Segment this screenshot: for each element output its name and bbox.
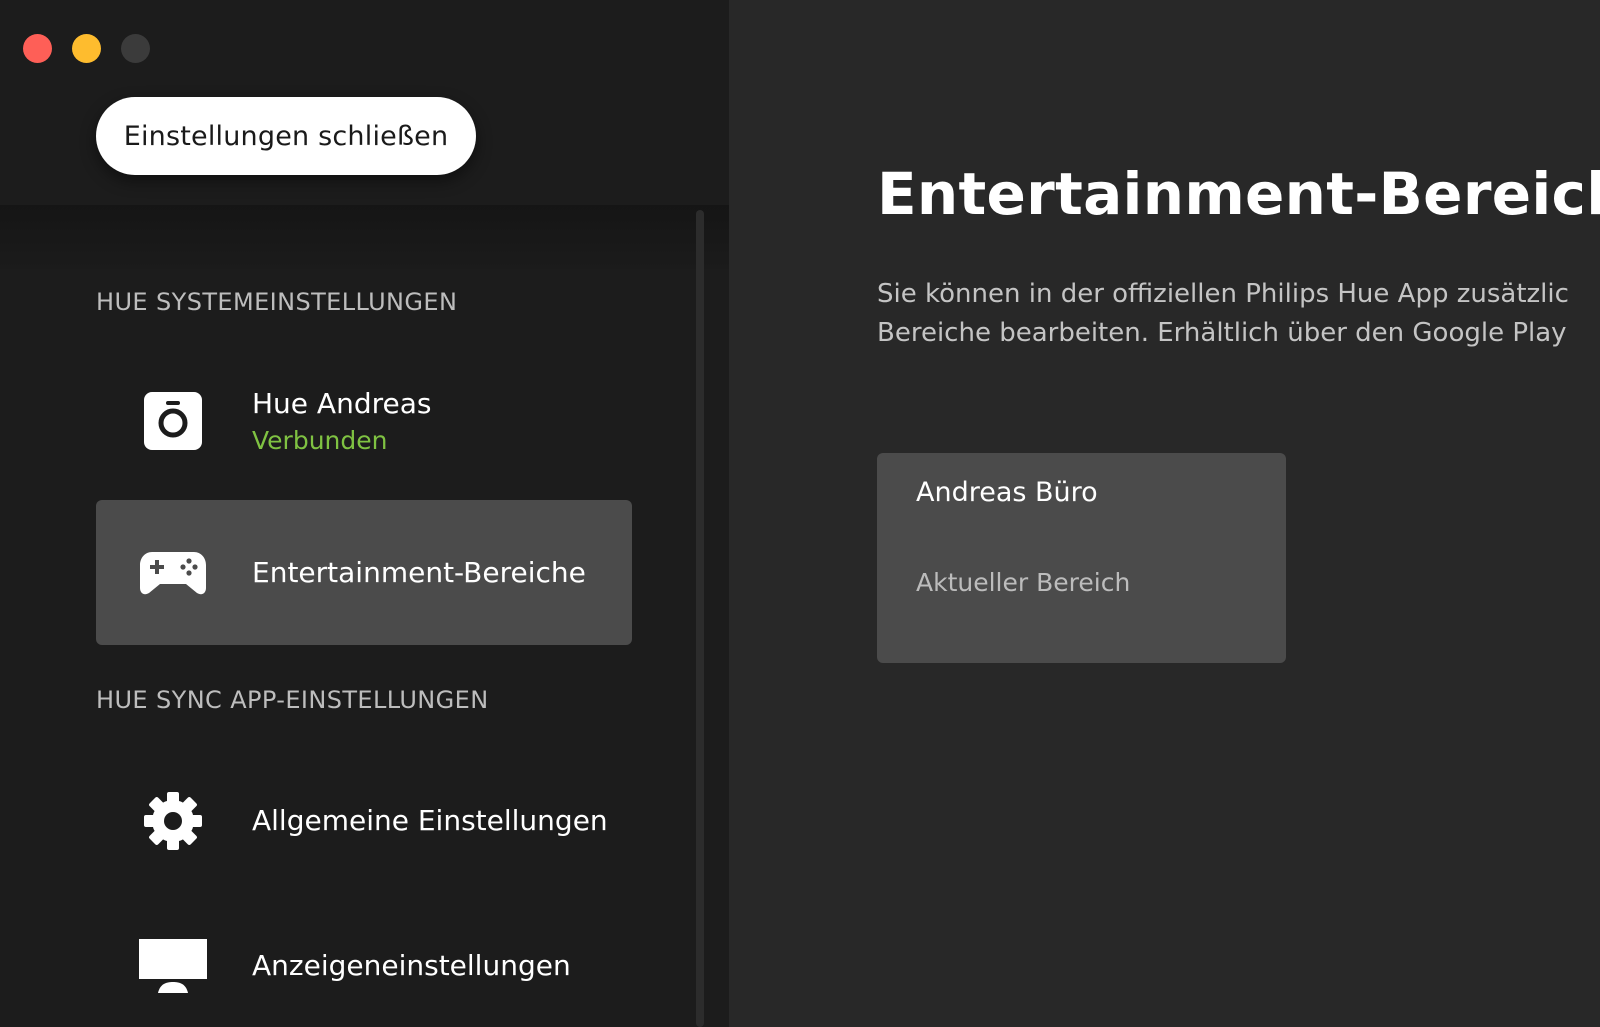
area-status: Aktueller Bereich — [916, 568, 1131, 597]
entertainment-areas-panel: Entertainment-Bereiche Sie können in der… — [729, 0, 1600, 1027]
settings-sidebar: Einstellungen schließen HUE SYSTEMEINSTE… — [0, 0, 729, 1027]
page-title: Entertainment-Bereiche — [877, 160, 1600, 228]
window-maximize-button[interactable] — [121, 34, 150, 63]
sidebar-divider — [0, 205, 729, 269]
sidebar-scrollbar[interactable] — [696, 210, 704, 1027]
section-title-hue-system: HUE SYSTEMEINSTELLUNGEN — [96, 288, 458, 316]
window-controls — [23, 34, 150, 63]
sidebar-item-label: Hue Andreas — [252, 386, 432, 420]
sidebar-item-general-settings[interactable]: Allgemeine Einstellungen — [96, 748, 632, 893]
sidebar-item-text: Entertainment-Bereiche — [252, 556, 586, 589]
monitor-icon — [138, 931, 208, 1001]
bridge-icon — [138, 386, 208, 456]
sidebar-item-display-settings[interactable]: Anzeigeneinstellungen — [96, 893, 632, 1027]
connection-status: Verbunden — [252, 425, 388, 455]
sidebar-item-entertainment-areas[interactable]: Entertainment-Bereiche — [96, 500, 632, 645]
app-window: Einstellungen schließen HUE SYSTEMEINSTE… — [0, 0, 1600, 1027]
sidebar-item-label: Anzeigeneinstellungen — [252, 949, 571, 982]
sidebar-item-label: Entertainment-Bereiche — [252, 556, 586, 589]
section-title-sync-app: HUE SYNC APP-EINSTELLUNGEN — [96, 686, 489, 714]
description-line: Bereiche bearbeiten. Erhältlich über den… — [877, 318, 1567, 348]
gear-icon — [138, 786, 208, 856]
gamepad-icon — [138, 538, 208, 608]
page-description: Sie können in der offiziellen Philips Hu… — [877, 275, 1600, 353]
sidebar-item-text: Allgemeine Einstellungen — [252, 804, 608, 837]
close-settings-button[interactable]: Einstellungen schließen — [96, 97, 476, 175]
sidebar-item-label: Allgemeine Einstellungen — [252, 804, 608, 837]
sidebar-item-hue-bridge[interactable]: Hue Andreas Verbunden — [96, 348, 632, 493]
area-name: Andreas Büro — [916, 477, 1098, 508]
entertainment-area-card[interactable]: Andreas Büro Aktueller Bereich — [877, 453, 1286, 663]
sidebar-item-text: Anzeigeneinstellungen — [252, 949, 571, 982]
description-line: Sie können in der offiziellen Philips Hu… — [877, 279, 1569, 309]
window-close-button[interactable] — [23, 34, 52, 63]
window-minimize-button[interactable] — [72, 34, 101, 63]
sidebar-item-text: Hue Andreas Verbunden — [252, 387, 431, 455]
